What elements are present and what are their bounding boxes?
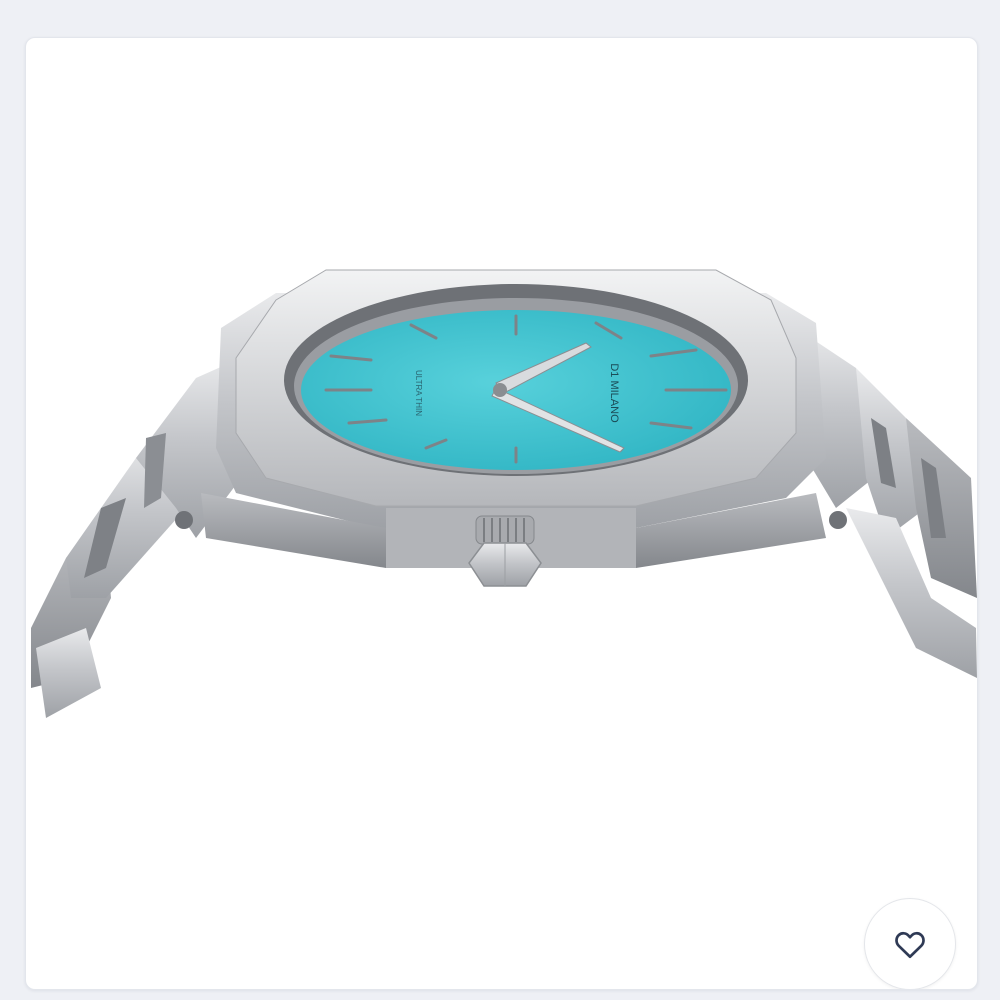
heart-outline-icon [895,931,925,959]
watch-product-image: D1 MILANO ULTRA THIN [31,269,977,718]
favorite-button[interactable] [864,898,956,989]
watch-crown [468,515,542,587]
dial-brand-text: D1 MILANO [608,363,620,423]
watch-dial: D1 MILANO ULTRA THIN [301,310,731,470]
dial-model-text: ULTRA THIN [414,370,423,416]
product-image-card: D1 MILANO ULTRA THIN [25,37,978,990]
bracelet-right [796,328,977,678]
